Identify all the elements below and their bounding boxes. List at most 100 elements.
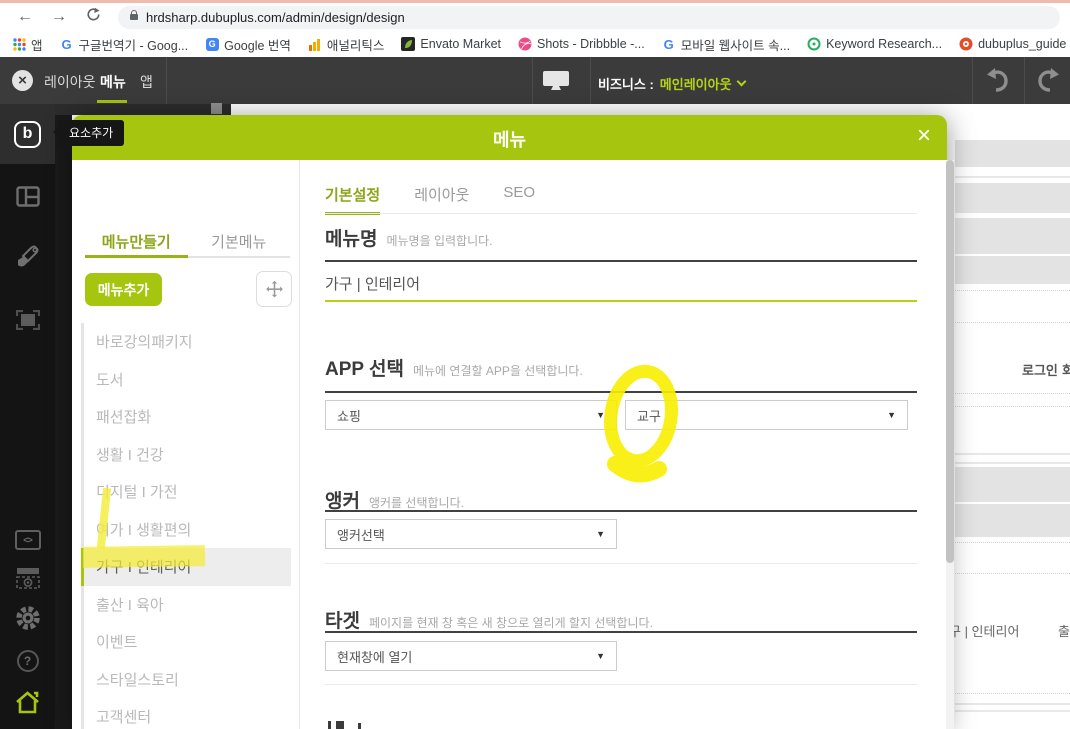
home-icon	[16, 691, 39, 714]
toolbar-tab-menu[interactable]: 메뉴	[100, 72, 126, 92]
chevron-down-icon	[736, 76, 746, 87]
anchor-label: 앵커 앵커를 선택합니다.	[325, 491, 464, 512]
bookmark-label: Google 번역	[224, 38, 291, 53]
editor-toolbar: × 레이아웃 메뉴 앱 비즈니스 : 메인레이아웃	[0, 57, 1070, 104]
desktop-view-icon[interactable]	[543, 71, 569, 86]
bookmark-apps[interactable]: 앱	[12, 35, 43, 54]
menu-list-item[interactable]: 디지털 I 가전	[81, 473, 291, 511]
tab-layout[interactable]: 레이아웃	[414, 184, 469, 215]
redo-icon[interactable]	[1036, 68, 1062, 92]
url-text[interactable]: hrdsharp.dubuplus.com/admin/design/desig…	[146, 10, 405, 25]
bookmark-keyword-research[interactable]: Keyword Research...	[807, 37, 942, 51]
tab-menu-builder[interactable]: 메뉴만들기	[85, 228, 188, 258]
settings-tabs: 기본설정 레이아웃 SEO	[325, 184, 535, 215]
menu-list-item[interactable]: 바로강의패키지	[81, 323, 291, 361]
help-icon: ?	[16, 650, 39, 672]
menu-list-item[interactable]: 생활 I 건강	[81, 435, 291, 473]
bookmark-mobile-speed[interactable]: G 모바일 웹사이트 속...	[662, 35, 790, 54]
menu-list-item[interactable]: 여가 I 생활편의	[81, 510, 291, 548]
preview-eye-icon	[15, 568, 40, 589]
bookmark-label: Envato Market	[420, 37, 502, 51]
translate-icon: G	[205, 37, 219, 51]
bookmark-label: dubuplus_guide by...	[978, 37, 1070, 51]
exit-editor-icon[interactable]: ×	[12, 70, 33, 91]
menu-name-input[interactable]: 가구 | 인테리어	[325, 273, 917, 294]
layout-context-dropdown[interactable]: 비즈니스 : 메인레이아웃	[598, 74, 746, 93]
reorder-button[interactable]	[256, 271, 292, 307]
hidden-panel-knob	[211, 103, 222, 114]
menu-list-item[interactable]: 출산 I 육아	[81, 585, 291, 623]
modal-close-icon[interactable]: ×	[917, 122, 931, 150]
menu-modal: 메뉴 × 메뉴만들기 기본메뉴 메뉴추가 바로강의패키지 도서 패션잡화 생활 …	[72, 115, 947, 729]
bookmark-dubuplus-guide[interactable]: dubuplus_guide by...	[959, 37, 1070, 51]
tab-seo[interactable]: SEO	[503, 184, 535, 215]
bookmark-google-translate-site[interactable]: G 구글번역기 - Goog...	[60, 35, 189, 54]
dropdown-arrow-icon: ▼	[596, 410, 605, 420]
sidebar-help-button[interactable]: ?	[0, 639, 55, 683]
anchor-dropdown[interactable]: 앵커선택 ▼	[325, 519, 617, 549]
editor-sidebar: b <> ?	[0, 104, 55, 729]
url-bar[interactable]: hrdsharp.dubuplus.com/admin/design/desig…	[118, 5, 1060, 29]
fullscreen-icon	[15, 310, 40, 330]
tab-default-menu[interactable]: 기본메뉴	[188, 228, 291, 256]
menu-list-item[interactable]: 이벤트	[81, 623, 291, 661]
sidebar-fullscreen-button[interactable]	[0, 298, 55, 342]
forward-icon[interactable]: →	[46, 8, 72, 26]
sidebar-settings-button[interactable]	[0, 596, 55, 640]
analytics-icon	[308, 37, 322, 51]
dribbble-icon	[518, 37, 532, 51]
toolbar-tab-app[interactable]: 앱	[140, 72, 153, 92]
bookmark-label: Keyword Research...	[826, 37, 943, 51]
menu-settings-panel: 기본설정 레이아웃 SEO 메뉴명 메뉴명을 입력합니다. 가구 | 인테리어 …	[300, 160, 947, 729]
target-dropdown[interactable]: 현재창에 열기 ▼	[325, 641, 617, 671]
active-tab-underline	[97, 100, 127, 103]
paintbrush-icon	[17, 245, 38, 267]
add-menu-button[interactable]: 메뉴추가	[85, 273, 162, 306]
bookmark-envato[interactable]: Envato Market	[401, 37, 501, 51]
context-value: 메인레이아웃	[659, 77, 732, 92]
sidebar-home-button[interactable]	[0, 680, 55, 724]
sidebar-preview-button[interactable]	[0, 556, 55, 600]
bookmark-label: 앱	[31, 38, 43, 53]
modal-scrollbar-thumb[interactable]	[946, 160, 954, 563]
back-icon[interactable]: ←	[12, 8, 38, 26]
menu-list-item-active[interactable]: 가구 I 인테리어	[81, 548, 291, 586]
dropdown-arrow-icon: ▼	[596, 529, 605, 539]
menu-list-item[interactable]: 도서	[81, 360, 291, 398]
bookmark-google-translate[interactable]: G Google 번역	[205, 35, 291, 54]
menu-list-item[interactable]: 패션잡화	[81, 398, 291, 436]
app-select-dropdown[interactable]: 쇼핑 ▼	[325, 400, 617, 430]
sidebar-design-button[interactable]	[0, 235, 55, 279]
move-arrows-icon	[265, 280, 283, 297]
menu-list-item[interactable]: 스타일스토리	[81, 660, 291, 698]
context-label: 비즈니스 :	[598, 77, 654, 92]
bookmark-label: Shots - Dribbble -...	[537, 37, 645, 51]
sidebar-layout-button[interactable]	[0, 174, 55, 218]
dropdown-arrow-icon: ▼	[887, 410, 896, 420]
nav-item-partial[interactable]: 출산	[1058, 621, 1070, 640]
envato-icon	[401, 37, 416, 51]
add-element-tooltip: 요소추가	[52, 120, 125, 146]
nav-item-partial[interactable]: 구 | 인테리어	[949, 621, 1019, 640]
bookmark-label: 애널리틱스	[326, 38, 385, 53]
undo-icon[interactable]	[984, 68, 1010, 92]
browser-navigation-bar: ← → hrdsharp.dubuplus.com/admin/design/d…	[0, 3, 1070, 31]
layout-grid-icon	[15, 185, 40, 207]
signup-link-partial[interactable]: 회	[1062, 360, 1070, 379]
clipped-section-label	[328, 721, 331, 729]
reload-icon[interactable]	[80, 7, 106, 27]
bookmark-label: 구글번역기 - Goog...	[78, 38, 189, 53]
sidebar-add-element-button[interactable]: b	[0, 112, 55, 156]
bookmark-analytics[interactable]: 애널리틱스	[308, 35, 385, 54]
tab-basic-settings[interactable]: 기본설정	[325, 184, 381, 215]
bookmark-dribbble[interactable]: Shots - Dribbble -...	[518, 37, 645, 51]
app-category-dropdown[interactable]: 교구 ▼	[625, 400, 908, 430]
keyword-tool-icon	[807, 37, 821, 51]
menu-list-item[interactable]: 고객센터	[81, 698, 291, 729]
dubu-logo-icon: b	[14, 120, 41, 148]
toolbar-tab-layout[interactable]: 레이아웃	[44, 72, 96, 92]
login-link[interactable]: 로그인	[1022, 360, 1058, 379]
google-g-icon: G	[663, 36, 674, 52]
lock-icon	[130, 10, 138, 20]
screen: ← → hrdsharp.dubuplus.com/admin/design/d…	[0, 0, 1070, 729]
